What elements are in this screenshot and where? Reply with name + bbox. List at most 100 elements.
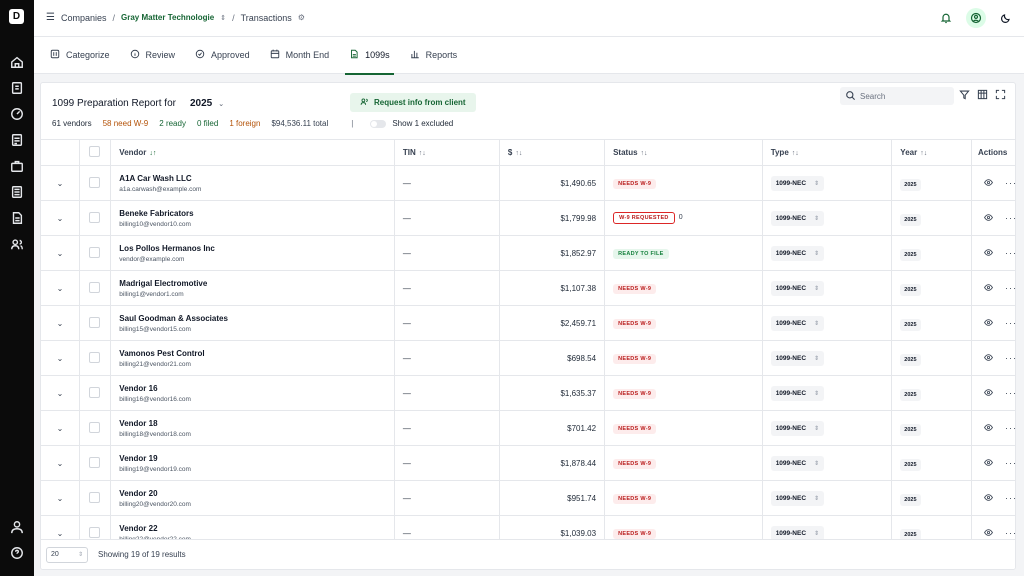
expand-row-icon[interactable]: ⌄ bbox=[41, 200, 80, 236]
row-checkbox[interactable] bbox=[88, 421, 100, 433]
report-icon[interactable] bbox=[10, 185, 24, 199]
row-checkbox[interactable] bbox=[88, 491, 100, 503]
more-options-icon[interactable]: ··· bbox=[1005, 353, 1015, 363]
table-row[interactable]: ⌄ Vendor 16 billing16@vendor16.com — $1,635.… bbox=[41, 375, 1015, 411]
eye-icon[interactable] bbox=[984, 213, 993, 224]
settings-icon[interactable]: ⚙ bbox=[298, 13, 305, 22]
type-select[interactable]: 1099-NEC ⇕ bbox=[770, 455, 825, 471]
bell-icon[interactable] bbox=[936, 8, 956, 28]
vendor-name[interactable]: Vendor 18 bbox=[119, 419, 394, 428]
request-info-button[interactable]: Request info from client bbox=[350, 93, 476, 112]
table-row[interactable]: ⌄ Vendor 20 billing20@vendor20.com — $951.74… bbox=[41, 480, 1015, 516]
table-row[interactable]: ⌄ Vendor 19 billing19@vendor19.com — $1,878.… bbox=[41, 445, 1015, 481]
eye-icon[interactable] bbox=[984, 318, 993, 329]
fullscreen-icon[interactable] bbox=[995, 89, 1006, 102]
vendor-name[interactable]: Madrigal Electromotive bbox=[119, 279, 394, 288]
tab-review[interactable]: Review bbox=[120, 37, 186, 74]
type-select[interactable]: 1099-NEC ⇕ bbox=[770, 280, 825, 296]
table-row[interactable]: ⌄ Los Pollos Hermanos Inc vendor@example.c… bbox=[41, 235, 1015, 271]
eye-icon[interactable] bbox=[984, 458, 993, 469]
eye-icon[interactable] bbox=[984, 493, 993, 504]
account-icon[interactable] bbox=[966, 8, 986, 28]
tab-reports[interactable]: Reports bbox=[400, 37, 468, 74]
expand-row-icon[interactable]: ⌄ bbox=[41, 480, 80, 516]
type-select[interactable]: 1099-NEC ⇕ bbox=[770, 385, 825, 401]
eye-icon[interactable] bbox=[984, 528, 993, 539]
vendor-name[interactable]: A1A Car Wash LLC bbox=[119, 174, 394, 183]
file-text-icon[interactable] bbox=[10, 211, 24, 225]
column-tin[interactable]: TIN ↑↓ bbox=[394, 139, 500, 166]
type-select[interactable]: 1099-NEC ⇕ bbox=[770, 245, 825, 261]
type-select[interactable]: 1099-NEC ⇕ bbox=[770, 175, 825, 191]
vendor-name[interactable]: Vendor 16 bbox=[119, 384, 394, 393]
app-logo[interactable]: D bbox=[9, 9, 24, 24]
tab-approved[interactable]: Approved bbox=[185, 37, 260, 74]
vendor-name[interactable]: Vendor 19 bbox=[119, 454, 394, 463]
type-select[interactable]: 1099-NEC ⇕ bbox=[770, 210, 825, 226]
company-selector[interactable]: Gray Matter Technologie bbox=[121, 13, 214, 22]
expand-row-icon[interactable]: ⌄ bbox=[41, 235, 80, 271]
stat-filed[interactable]: 0 filed bbox=[197, 119, 218, 128]
column-type[interactable]: Type ↑↓ bbox=[762, 139, 893, 166]
row-checkbox[interactable] bbox=[88, 386, 100, 398]
search-input[interactable]: Search bbox=[840, 87, 954, 105]
vendor-name[interactable]: Vendor 22 bbox=[119, 524, 394, 533]
column-amount[interactable]: $ ↑↓ bbox=[499, 139, 606, 166]
expand-row-icon[interactable]: ⌄ bbox=[41, 375, 80, 411]
column-vendor[interactable]: Vendor ↓↑ bbox=[110, 139, 395, 166]
more-options-icon[interactable]: ··· bbox=[1005, 248, 1015, 258]
table-row[interactable]: ⌄ Vamonos Pest Control billing21@vendor21.… bbox=[41, 340, 1015, 376]
column-year[interactable]: Year ↑↓ bbox=[891, 139, 972, 166]
table-row[interactable]: ⌄ Beneke Fabricators billing10@vendor10.co… bbox=[41, 200, 1015, 236]
chevron-updown-icon[interactable]: ⇕ bbox=[220, 14, 226, 22]
type-select[interactable]: 1099-NEC ⇕ bbox=[770, 490, 825, 506]
document-icon[interactable] bbox=[10, 133, 24, 147]
year-selector[interactable]: 2025 ⌄ bbox=[184, 96, 230, 111]
row-checkbox[interactable] bbox=[88, 526, 100, 538]
vendor-name[interactable]: Saul Goodman & Associates bbox=[119, 314, 394, 323]
more-options-icon[interactable]: ··· bbox=[1005, 213, 1015, 223]
tab-1099s[interactable]: 1099s bbox=[339, 37, 400, 75]
row-checkbox[interactable] bbox=[88, 211, 100, 223]
more-options-icon[interactable]: ··· bbox=[1005, 423, 1015, 433]
stat-foreign[interactable]: 1 foreign bbox=[229, 119, 260, 128]
vendor-name[interactable]: Vamonos Pest Control bbox=[119, 349, 394, 358]
eye-icon[interactable] bbox=[984, 178, 993, 189]
type-select[interactable]: 1099-NEC ⇕ bbox=[770, 350, 825, 366]
row-checkbox[interactable] bbox=[88, 176, 100, 188]
expand-row-icon[interactable]: ⌄ bbox=[41, 340, 80, 376]
table-row[interactable]: ⌄ Madrigal Electromotive billing1@vendor1.… bbox=[41, 270, 1015, 306]
row-checkbox[interactable] bbox=[88, 246, 100, 258]
row-checkbox[interactable] bbox=[88, 316, 100, 328]
type-select[interactable]: 1099-NEC ⇕ bbox=[770, 420, 825, 436]
receipt-icon[interactable] bbox=[10, 81, 24, 95]
columns-icon[interactable] bbox=[977, 89, 988, 102]
breadcrumb-companies[interactable]: Companies bbox=[61, 13, 107, 23]
eye-icon[interactable] bbox=[984, 353, 993, 364]
gauge-icon[interactable] bbox=[10, 107, 24, 121]
expand-row-icon[interactable]: ⌄ bbox=[41, 165, 80, 201]
select-all-checkbox[interactable] bbox=[88, 146, 100, 157]
stat-ready[interactable]: 2 ready bbox=[159, 119, 186, 128]
eye-icon[interactable] bbox=[984, 388, 993, 399]
vendor-name[interactable]: Los Pollos Hermanos Inc bbox=[119, 244, 394, 253]
expand-row-icon[interactable]: ⌄ bbox=[41, 270, 80, 306]
show-excluded-toggle[interactable] bbox=[370, 119, 387, 128]
filter-icon[interactable] bbox=[959, 89, 970, 102]
help-icon[interactable] bbox=[10, 546, 24, 560]
row-checkbox[interactable] bbox=[88, 456, 100, 468]
row-checkbox[interactable] bbox=[88, 351, 100, 363]
more-options-icon[interactable]: ··· bbox=[1005, 458, 1015, 468]
stat-need-w9[interactable]: 58 need W-9 bbox=[103, 119, 149, 128]
table-row[interactable]: ⌄ Vendor 18 billing18@vendor18.com — $701.42… bbox=[41, 410, 1015, 446]
home-icon[interactable] bbox=[10, 55, 24, 69]
table-row[interactable]: ⌄ A1A Car Wash LLC a1a.carwash@example.com… bbox=[41, 165, 1015, 201]
vendor-name[interactable]: Beneke Fabricators bbox=[119, 209, 394, 218]
row-checkbox[interactable] bbox=[88, 281, 100, 293]
dark-mode-icon[interactable] bbox=[996, 8, 1016, 28]
expand-row-icon[interactable]: ⌄ bbox=[41, 410, 80, 446]
more-options-icon[interactable]: ··· bbox=[1005, 178, 1015, 188]
users-icon[interactable] bbox=[10, 237, 24, 251]
more-options-icon[interactable]: ··· bbox=[1005, 388, 1015, 398]
more-options-icon[interactable]: ··· bbox=[1005, 493, 1015, 503]
